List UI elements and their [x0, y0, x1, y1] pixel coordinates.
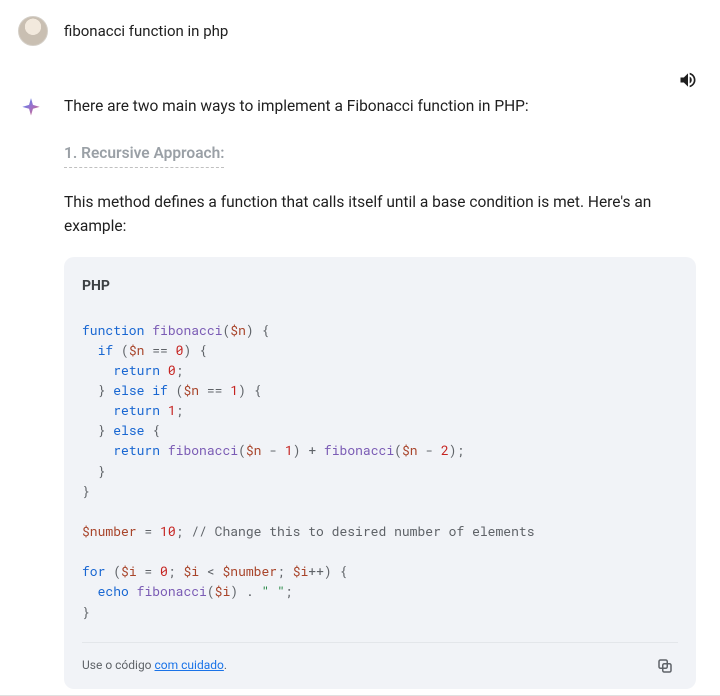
- assistant-body: There are two main ways to implement a F…: [64, 94, 702, 689]
- user-message-row: fibonacci function in php: [18, 16, 702, 46]
- section-description: This method defines a function that call…: [64, 190, 696, 240]
- speaker-button[interactable]: [674, 66, 702, 97]
- code-card-footer: Use o código com cuidado.: [82, 642, 678, 679]
- code-card: PHP function fibonacci($n) { if ($n == 0…: [64, 257, 696, 689]
- caution-suffix: .: [224, 658, 227, 672]
- speaker-icon: [678, 70, 698, 90]
- code-block: function fibonacci($n) { if ($n == 0) { …: [82, 320, 678, 622]
- user-prompt-text: fibonacci function in php: [64, 22, 228, 40]
- user-avatar: [18, 16, 48, 46]
- assistant-intro-text: There are two main ways to implement a F…: [64, 94, 696, 119]
- caution-prefix: Use o código: [82, 658, 155, 672]
- copy-icon: [656, 657, 674, 675]
- code-caution-link[interactable]: com cuidado: [155, 658, 224, 672]
- code-caution-text: Use o código com cuidado.: [82, 656, 227, 675]
- assistant-message-row: There are two main ways to implement a F…: [18, 94, 702, 689]
- assistant-sparkle-icon: [18, 94, 48, 126]
- code-language-label: PHP: [82, 275, 678, 297]
- copy-code-button[interactable]: [652, 653, 678, 679]
- section-title: 1. Recursive Approach:: [64, 141, 224, 168]
